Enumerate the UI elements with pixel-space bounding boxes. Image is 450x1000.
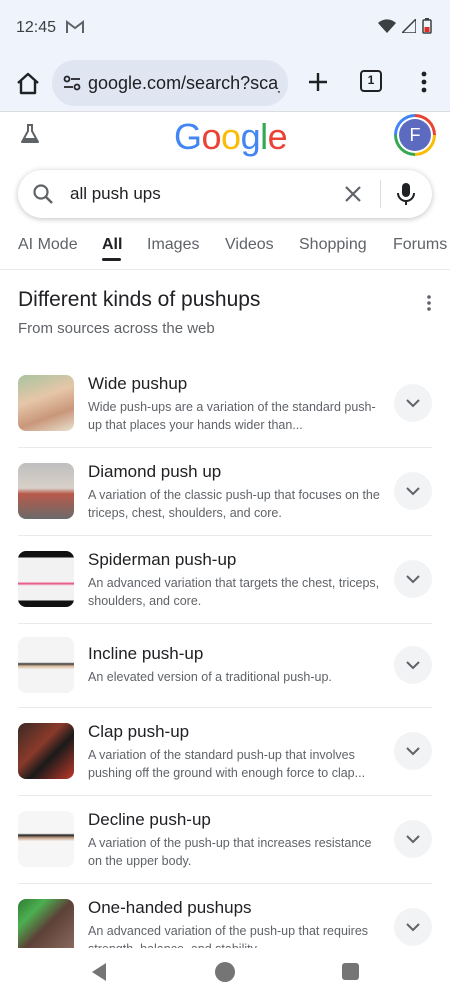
item-title: Spiderman push-up: [88, 550, 237, 569]
expand-button[interactable]: [394, 560, 432, 598]
tab-ai-mode[interactable]: AI Mode: [18, 236, 78, 254]
tab-forums[interactable]: Forums: [393, 236, 447, 254]
item-description: An advanced variation of the push-up tha…: [88, 924, 369, 948]
expand-button[interactable]: [394, 820, 432, 858]
overflow-menu-icon[interactable]: [412, 68, 436, 96]
item-description: A variation of the classic push-up that …: [88, 488, 380, 520]
more-options-icon[interactable]: [426, 294, 432, 317]
divider: [380, 180, 381, 208]
list-item[interactable]: One-handed pushups An advanced variation…: [18, 884, 432, 948]
list-item[interactable]: Incline push-up An elevated version of a…: [18, 624, 432, 708]
item-title: Wide pushup: [88, 374, 188, 393]
list-item[interactable]: Diamond push up A variation of the class…: [18, 448, 432, 536]
item-description: An elevated version of a traditional pus…: [88, 670, 332, 684]
google-logo[interactable]: Google: [174, 116, 288, 158]
item-title: Decline push-up: [88, 810, 211, 829]
google-header: Google F: [0, 112, 450, 164]
one-handed-pushup-thumbnail: [18, 899, 74, 948]
clap-pushup-thumbnail: [18, 723, 74, 779]
item-description: A variation of the standard push-up that…: [88, 748, 366, 780]
back-icon[interactable]: [90, 962, 108, 987]
wide-pushup-thumbnail: [18, 375, 74, 431]
new-tab-icon[interactable]: [304, 68, 332, 96]
section-title: Different kinds of pushups: [18, 288, 261, 311]
logo-letter: e: [267, 116, 288, 157]
recents-icon[interactable]: [342, 963, 359, 980]
list-item[interactable]: Spiderman push-up An advanced variation …: [18, 536, 432, 624]
tab-shopping[interactable]: Shopping: [299, 236, 367, 254]
gmail-notification-icon: [66, 20, 84, 39]
logo-letter: l: [260, 116, 268, 157]
logo-letter: g: [240, 116, 261, 157]
search-tabs: AI Mode All Images Videos Shopping Forum…: [0, 228, 450, 270]
address-bar[interactable]: google.com/search?sca_: [52, 60, 288, 106]
system-nav-bar: [0, 948, 450, 1000]
list-item[interactable]: Decline push-up A variation of the push-…: [18, 796, 432, 884]
list-item[interactable]: Clap push-up A variation of the standard…: [18, 708, 432, 796]
tab-images[interactable]: Images: [147, 236, 199, 254]
item-description: An advanced variation that targets the c…: [88, 576, 380, 608]
tab-all[interactable]: All: [102, 236, 122, 254]
diamond-pushup-thumbnail: [18, 463, 74, 519]
search-input[interactable]: all push ups: [70, 184, 161, 204]
expand-button[interactable]: [394, 472, 432, 510]
decline-pushup-thumbnail: [18, 811, 74, 867]
expand-button[interactable]: [394, 384, 432, 422]
item-title: Incline push-up: [88, 644, 204, 663]
spiderman-pushup-thumbnail: [18, 551, 74, 607]
url-text: google.com/search?sca_: [88, 73, 280, 93]
expand-button[interactable]: [394, 646, 432, 684]
microphone-icon[interactable]: [396, 182, 416, 211]
expand-button[interactable]: [394, 732, 432, 770]
status-bar: 12:45: [0, 0, 450, 56]
list-item[interactable]: Wide pushup Wide push-ups are a variatio…: [18, 360, 432, 448]
logo-letter: G: [174, 116, 202, 157]
section-subtitle: From sources across the web: [18, 320, 215, 337]
pushup-types-section: Different kinds of pushups From sources …: [18, 288, 432, 337]
item-description: A variation of the push-up that increase…: [88, 836, 372, 868]
battery-icon: [422, 18, 432, 39]
expand-button[interactable]: [394, 908, 432, 946]
item-description: Wide push-ups are a variation of the sta…: [88, 400, 376, 432]
browser-toolbar: google.com/search?sca_ 1: [0, 56, 450, 112]
tab-switcher-button[interactable]: 1: [360, 70, 382, 92]
tab-videos[interactable]: Videos: [225, 236, 274, 254]
logo-letter: o: [221, 116, 241, 157]
status-time: 12:45: [16, 19, 57, 36]
site-settings-icon[interactable]: [62, 73, 82, 98]
item-title: Clap push-up: [88, 722, 190, 741]
avatar-letter: F: [399, 119, 431, 151]
home-nav-icon[interactable]: [215, 962, 235, 982]
incline-pushup-thumbnail: [18, 637, 74, 693]
logo-letter: o: [201, 116, 222, 157]
signal-icon: [400, 17, 417, 38]
labs-flask-icon[interactable]: [18, 122, 42, 151]
home-icon[interactable]: [14, 70, 42, 98]
search-icon: [32, 183, 54, 210]
item-title: One-handed pushups: [88, 898, 252, 917]
item-title: Diamond push up: [88, 462, 222, 481]
wifi-icon: [378, 19, 396, 38]
active-tab-indicator: [102, 258, 121, 261]
account-avatar[interactable]: F: [394, 114, 436, 156]
search-box[interactable]: all push ups: [18, 170, 432, 218]
clear-icon[interactable]: [342, 183, 364, 210]
